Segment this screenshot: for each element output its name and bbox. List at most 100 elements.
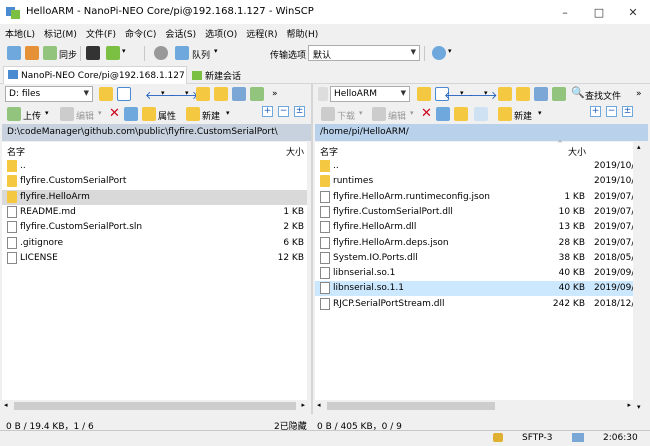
tab-new-session[interactable]: 新建会话	[188, 66, 244, 84]
forward-dropdown-icon[interactable]: ▾	[484, 89, 488, 97]
select-all-icon[interactable]: +	[262, 106, 273, 117]
forward-icon[interactable]: 🡒	[468, 88, 498, 102]
root-folder-icon[interactable]	[214, 87, 228, 101]
rename-icon[interactable]	[436, 107, 450, 121]
file-row[interactable]: flyfire.CustomSerialPort.dll 10 KB 2019/07…	[315, 205, 646, 220]
menu-mark[interactable]: 标记(M)	[39, 24, 81, 42]
open-folder-icon[interactable]	[417, 87, 431, 101]
right-path-bar[interactable]: /home/pi/HelloARM/	[315, 124, 648, 141]
terminal-icon[interactable]	[86, 46, 100, 60]
find-files-icon[interactable]: 🔍	[571, 86, 585, 99]
queue-icon[interactable]	[175, 46, 189, 60]
download-icon[interactable]	[321, 107, 335, 121]
right-col-name[interactable]: 名字	[320, 145, 338, 158]
scroll-right-icon[interactable]: ▸	[301, 401, 305, 409]
file-row[interactable]: flyfire.HelloArm.dll 13 KB 2019/07/14	[315, 220, 646, 235]
transfer-settings-select[interactable]: 默认 ▼	[308, 45, 420, 61]
new-icon[interactable]	[498, 107, 512, 121]
new-button[interactable]: 新建	[202, 109, 220, 122]
file-row[interactable]: runtimes 2019/10/31	[315, 174, 646, 189]
file-row[interactable]: ..	[2, 159, 307, 174]
file-row[interactable]: README.md 1 KB	[2, 205, 307, 220]
edit-dropdown-icon[interactable]: ▾	[410, 109, 414, 117]
left-col-name[interactable]: 名字	[7, 145, 25, 158]
forward-dropdown-icon[interactable]: ▾	[185, 89, 189, 97]
right-more-icon[interactable]: »	[636, 89, 642, 99]
file-row[interactable]: flyfire.HelloArm.runtimeconfig.json 1 KB 2…	[315, 190, 646, 205]
edit-button[interactable]: 编辑	[76, 109, 94, 122]
left-more-icon[interactable]: »	[272, 89, 278, 99]
delete-icon[interactable]: ✕	[421, 106, 432, 121]
new-folder-icon[interactable]	[7, 46, 21, 60]
file-row[interactable]: .gitignore 6 KB	[2, 236, 307, 251]
sync-icon[interactable]	[43, 46, 57, 60]
tab-session[interactable]: NanoPi-NEO Core/pi@192.168.1.127	[3, 66, 187, 84]
menu-commands[interactable]: 命令(C)	[120, 24, 160, 42]
maximize-button[interactable]: □	[582, 0, 616, 24]
menu-local[interactable]: 本地(L)	[0, 24, 39, 42]
scroll-up-icon[interactable]: ▴	[637, 143, 641, 151]
menu-session[interactable]: 会话(S)	[160, 24, 200, 42]
right-scroll-thumb[interactable]	[327, 402, 495, 410]
queue-dropdown-icon[interactable]: ▾	[214, 47, 218, 55]
close-button[interactable]: ✕	[616, 0, 650, 24]
edit-icon[interactable]	[60, 107, 74, 121]
scroll-right-icon[interactable]: ▸	[627, 401, 631, 409]
upload-button[interactable]: 上传	[23, 109, 41, 122]
left-file-list[interactable]: 名字 大小 .. flyfire.CustomSerialPort flyfire.…	[2, 142, 307, 400]
menu-remote[interactable]: 远程(R)	[241, 24, 281, 42]
delete-icon[interactable]: ✕	[109, 106, 120, 121]
file-row[interactable]: .. 2019/10/31	[315, 159, 646, 174]
file-row[interactable]: flyfire.HelloArm	[2, 189, 307, 205]
root-folder-icon[interactable]	[516, 87, 530, 101]
right-horizontal-scrollbar[interactable]: ◂ ▸	[315, 400, 633, 412]
forward-icon[interactable]: 🡒	[169, 88, 199, 102]
file-row[interactable]: LICENSE 12 KB	[2, 251, 307, 266]
putty-dropdown-icon[interactable]: ▾	[122, 47, 126, 55]
unselect-icon[interactable]: −	[278, 106, 289, 117]
right-vertical-scrollbar[interactable]: ▴ ▾	[633, 142, 648, 412]
sync-button[interactable]: 同步	[59, 48, 77, 61]
back-dropdown-icon[interactable]: ▾	[460, 89, 464, 97]
scroll-down-icon[interactable]: ▾	[637, 403, 641, 411]
edit-dropdown-icon[interactable]: ▾	[98, 109, 102, 117]
filter-icon[interactable]	[117, 87, 131, 101]
file-row[interactable]: libnserial.so.1 40 KB 2019/09/13	[315, 266, 646, 281]
download-button[interactable]: 下载	[337, 109, 355, 122]
new-dropdown-icon[interactable]: ▾	[226, 109, 230, 117]
queue-button[interactable]: 队列	[192, 48, 210, 61]
compare-icon[interactable]	[25, 46, 39, 60]
properties-button[interactable]: 属性	[158, 109, 176, 122]
refresh-icon[interactable]	[552, 87, 566, 101]
gear-icon[interactable]	[154, 46, 168, 60]
refresh-icon[interactable]	[250, 87, 264, 101]
right-dir-select[interactable]: HelloARM ▼	[330, 86, 410, 102]
rename-icon[interactable]	[124, 107, 138, 121]
download-dropdown-icon[interactable]: ▾	[359, 109, 363, 117]
menu-file[interactable]: 文件(F)	[81, 24, 120, 42]
left-col-size[interactable]: 大小	[286, 145, 304, 158]
home-icon[interactable]	[534, 87, 548, 101]
file-row[interactable]: libnserial.so.1.1 40 KB 2019/09/13	[315, 281, 646, 297]
scroll-left-icon[interactable]: ◂	[4, 401, 8, 409]
file-row[interactable]: System.IO.Ports.dll 38 KB 2018/05/15	[315, 251, 646, 266]
file-row[interactable]: RJCP.SerialPortStream.dll 242 KB 2018/12/0…	[315, 297, 646, 312]
open-folder-icon[interactable]	[99, 87, 113, 101]
pane-splitter[interactable]	[311, 84, 313, 414]
back-dropdown-icon[interactable]: ▾	[161, 89, 165, 97]
right-file-list[interactable]: 名字 ^ 大小 .. 2019/10/31 runtimes 2019/10/31 fl…	[315, 140, 646, 400]
menu-help[interactable]: 帮助(H)	[282, 24, 323, 42]
file-row[interactable]: flyfire.CustomSerialPort	[2, 174, 307, 189]
upload-icon[interactable]	[7, 107, 21, 121]
edit-icon[interactable]	[372, 107, 386, 121]
properties-icon[interactable]	[454, 107, 468, 121]
file-row[interactable]: flyfire.HelloArm.deps.json 28 KB 2019/07/1…	[315, 236, 646, 251]
left-drive-select[interactable]: D: files ▼	[5, 86, 93, 102]
properties-alt-icon[interactable]	[474, 107, 488, 121]
select-all-icon[interactable]: +	[590, 106, 601, 117]
find-files-button[interactable]: 查找文件	[585, 89, 621, 102]
right-col-size[interactable]: 大小	[568, 145, 586, 158]
edit-button[interactable]: 编辑	[388, 109, 406, 122]
invert-selection-icon[interactable]: ±	[294, 106, 305, 117]
new-button[interactable]: 新建	[514, 109, 532, 122]
